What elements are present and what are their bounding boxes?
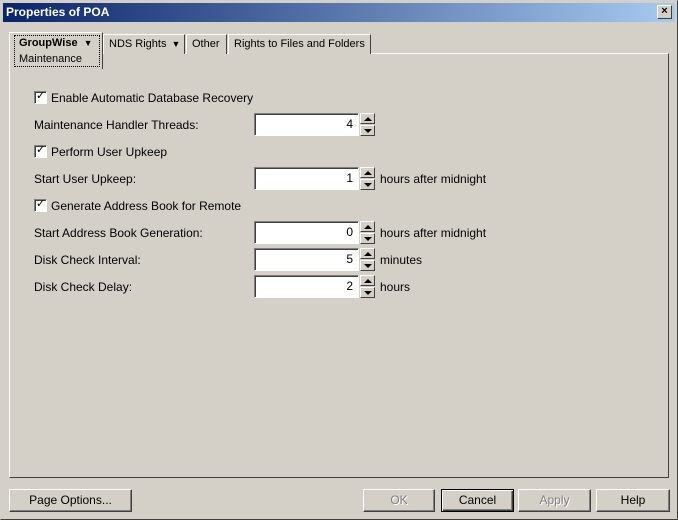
apply-button[interactable]: Apply [518,489,591,512]
tab-panel-maintenance: ✓ Enable Automatic Database Recovery Main… [9,53,669,478]
disk-check-interval-stepper[interactable]: 5 [254,248,375,271]
spin-up-icon [364,225,372,229]
cancel-button[interactable]: Cancel [441,489,514,512]
dropdown-arrow-icon[interactable]: ▼ [171,35,180,53]
start-upkeep-label: Start User Upkeep: [34,172,137,186]
tab-nds-rights[interactable]: NDS Rights ▼ [103,34,185,54]
spin-up-icon [364,252,372,256]
start-upkeep-stepper[interactable]: 1 [254,167,375,190]
perform-upkeep-row[interactable]: ✓ Perform User Upkeep [34,144,167,160]
start-upkeep-suffix: hours after midnight [380,172,487,186]
disk-check-delay-input[interactable]: 2 [254,275,359,298]
disk-check-delay-suffix: hours [380,280,411,294]
close-icon: × [661,5,668,17]
disk-check-interval-input[interactable]: 5 [254,248,359,271]
spin-up-icon [364,171,372,175]
perform-upkeep-checkbox[interactable]: ✓ [34,144,47,159]
help-button[interactable]: Help [596,489,670,512]
start-address-book-suffix: hours after midnight [380,226,487,240]
disk-check-interval-increment[interactable] [360,248,375,259]
tab-groupwise-maintenance[interactable]: GroupWise ▼ Maintenance [9,32,103,69]
start-address-book-label: Start Address Book Generation: [34,226,203,240]
start-address-book-decrement[interactable] [360,233,375,244]
tab-other[interactable]: Other [186,34,227,54]
start-address-book-input[interactable]: 0 [254,221,359,244]
disk-check-delay-label: Disk Check Delay: [34,280,133,294]
disk-check-delay-stepper[interactable]: 2 [254,275,375,298]
spin-down-icon [364,183,372,187]
spin-down-icon [364,129,372,133]
enable-recovery-checkbox[interactable]: ✓ [34,90,47,105]
title-bar[interactable]: Properties of POA × [3,3,675,22]
properties-dialog: Properties of POA × ✓ Enable Automatic Da… [0,0,678,520]
disk-check-interval-suffix: minutes [380,253,423,267]
tab-rights-files-folders[interactable]: Rights to Files and Folders [228,34,371,54]
tab-groupwise-label: GroupWise ▼ [19,37,93,49]
handler-threads-input[interactable]: 4 [254,113,359,136]
ok-button[interactable]: OK [363,489,435,512]
start-address-book-stepper[interactable]: 0 [254,221,375,244]
generate-address-book-checkbox[interactable]: ✓ [34,198,47,213]
spin-down-icon [364,264,372,268]
enable-recovery-row[interactable]: ✓ Enable Automatic Database Recovery [34,90,253,106]
check-icon: ✓ [36,90,46,103]
handler-threads-decrement[interactable] [360,125,375,136]
spin-down-icon [364,237,372,241]
check-icon: ✓ [36,198,46,211]
tab-groupwise-sublabel: Maintenance [19,53,82,65]
start-upkeep-decrement[interactable] [360,179,375,190]
handler-threads-stepper[interactable]: 4 [254,113,375,136]
start-upkeep-increment[interactable] [360,167,375,178]
spin-down-icon [364,291,372,295]
enable-recovery-label: Enable Automatic Database Recovery [51,91,254,105]
window-title: Properties of POA [6,5,110,19]
disk-check-interval-label: Disk Check Interval: [34,253,141,267]
generate-address-book-label: Generate Address Book for Remote [51,199,242,213]
disk-check-delay-decrement[interactable] [360,287,375,298]
spin-up-icon [364,279,372,283]
handler-threads-label: Maintenance Handler Threads: [34,118,199,132]
page-options-button[interactable]: Page Options... [9,489,132,512]
start-address-book-increment[interactable] [360,221,375,232]
disk-check-interval-decrement[interactable] [360,260,375,271]
dropdown-arrow-icon[interactable]: ▼ [84,38,93,48]
close-button[interactable]: × [657,5,672,19]
disk-check-delay-increment[interactable] [360,275,375,286]
perform-upkeep-label: Perform User Upkeep [51,145,168,159]
start-upkeep-input[interactable]: 1 [254,167,359,190]
check-icon: ✓ [36,144,46,157]
spin-up-icon [364,117,372,121]
handler-threads-increment[interactable] [360,113,375,124]
generate-address-book-row[interactable]: ✓ Generate Address Book for Remote [34,198,241,214]
